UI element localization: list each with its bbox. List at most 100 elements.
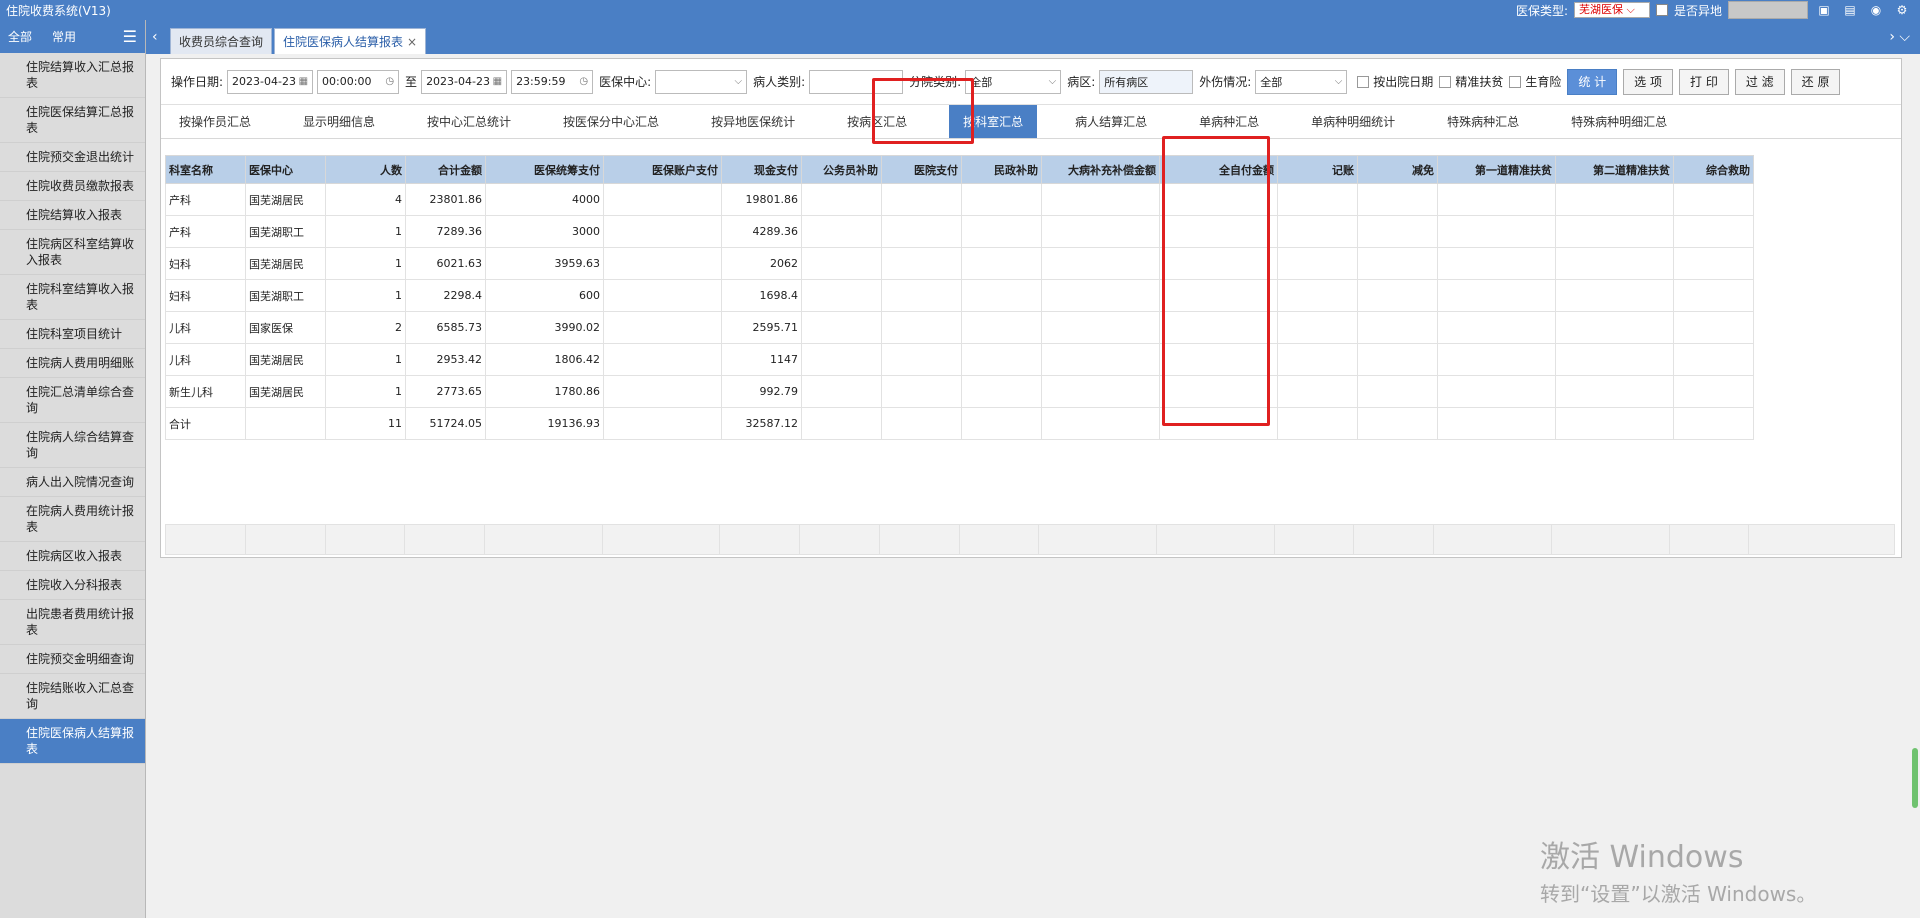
sidebar-item[interactable]: 住院结算收入报表 <box>0 201 145 230</box>
sidebar-item[interactable]: 住院科室项目统计 <box>0 320 145 349</box>
menu-icon[interactable]: ☰ <box>123 27 137 46</box>
column-header[interactable]: 民政补助 <box>961 155 1042 184</box>
table-row[interactable]: 儿科 国芜湖居民 1 2953.42 1806.42 1147 <box>165 343 1754 376</box>
column-header[interactable]: 医院支付 <box>881 155 962 184</box>
ward-field[interactable]: 所有病区 <box>1099 69 1194 94</box>
sidebar-item[interactable]: 出院患者费用统计报表 <box>0 600 145 645</box>
clock-icon[interactable]: ◷ <box>579 76 588 87</box>
table-row[interactable]: 妇科 国芜湖居民 1 6021.63 3959.63 2062 <box>165 247 1754 280</box>
time-from-value: 00:00:00 <box>322 75 372 88</box>
table-row[interactable]: 产科 国芜湖居民 4 23801.86 4000 19801.86 <box>165 183 1754 216</box>
column-header[interactable]: 人数 <box>325 155 406 184</box>
sidebar-item[interactable]: 住院病区科室结算收入报表 <box>0 230 145 275</box>
patient-type-field[interactable] <box>809 69 904 94</box>
subtab[interactable]: 按操作员汇总 <box>169 105 265 138</box>
filter-button[interactable]: 过 滤 <box>1734 68 1785 95</box>
sidebar-tab-favorites[interactable]: 常用 <box>52 28 76 45</box>
subtab[interactable]: 按医保分中心汇总 <box>553 105 673 138</box>
subtab[interactable]: 显示明细信息 <box>293 105 389 138</box>
subtab[interactable]: 按异地医保统计 <box>701 105 809 138</box>
table-row[interactable]: 儿科 国家医保 2 6585.73 3990.02 2595.71 <box>165 311 1754 344</box>
sidebar-item[interactable]: 住院收费员缴款报表 <box>0 172 145 201</box>
poverty-checkbox[interactable] <box>1439 75 1452 88</box>
sidebar-item[interactable]: 住院结账收入汇总查询 <box>0 674 145 719</box>
column-header[interactable]: 医保中心 <box>245 155 326 184</box>
chevron-left-icon[interactable]: ‹ <box>152 29 170 45</box>
subtab[interactable]: 特殊病种汇总 <box>1437 105 1533 138</box>
clock-icon[interactable]: ◷ <box>385 76 394 87</box>
user-field[interactable] <box>1728 1 1808 19</box>
sidebar-item[interactable]: 住院医保病人结算报表 <box>0 719 145 764</box>
table-row[interactable]: 合计 11 51724.05 19136.93 32587.12 <box>165 407 1754 440</box>
sidebar-item[interactable]: 住院预交金退出统计 <box>0 143 145 172</box>
subtab[interactable]: 按病区汇总 <box>837 105 921 138</box>
sidebar-item[interactable]: 住院病区收入报表 <box>0 542 145 571</box>
subtab[interactable]: 特殊病种明细汇总 <box>1561 105 1681 138</box>
subtab[interactable]: 单病种明细统计 <box>1301 105 1409 138</box>
gear-icon[interactable]: ⚙ <box>1892 3 1912 17</box>
center-select[interactable]: ⌵ <box>655 69 748 94</box>
column-header[interactable]: 记账 <box>1277 155 1358 184</box>
table-cell <box>961 215 1042 248</box>
calendar-icon[interactable]: ▦ <box>299 76 308 87</box>
injury-select[interactable]: 全部 ⌵ <box>1255 69 1348 94</box>
sidebar-item[interactable]: 住院病人综合结算查询 <box>0 423 145 468</box>
offsite-checkbox[interactable] <box>1655 4 1668 16</box>
eye-icon[interactable]: ◉ <box>1866 3 1886 17</box>
tab-cashier-query[interactable]: 收费员综合查询 <box>170 28 273 54</box>
table-cell <box>1277 247 1358 280</box>
calendar-icon[interactable]: ▦ <box>493 76 502 87</box>
column-header[interactable]: 现金支付 <box>721 155 802 184</box>
column-header[interactable]: 减免 <box>1357 155 1438 184</box>
column-header[interactable]: 科室名称 <box>165 155 246 184</box>
sidebar-item[interactable]: 住院科室结算收入报表 <box>0 275 145 320</box>
table-row[interactable]: 产科 国芜湖职工 1 7289.36 3000 4289.36 <box>165 215 1754 248</box>
table-row[interactable]: 新生儿科 国芜湖居民 1 2773.65 1780.86 992.79 <box>165 375 1754 408</box>
subtab[interactable]: 按中心汇总统计 <box>417 105 525 138</box>
document-icon[interactable]: ▤ <box>1840 3 1860 17</box>
column-header[interactable]: 公务员补助 <box>801 155 882 184</box>
chevron-right-icon[interactable]: › ⌵ <box>1889 29 1920 45</box>
column-header[interactable]: 医保账户支付 <box>603 155 722 184</box>
stats-button[interactable]: 统 计 <box>1567 68 1618 95</box>
table-cell <box>881 311 962 344</box>
sidebar-item[interactable]: 住院预交金明细查询 <box>0 645 145 674</box>
table-cell: 国芜湖职工 <box>245 279 326 312</box>
column-header[interactable]: 全自付金额 <box>1159 155 1278 184</box>
sidebar-item[interactable]: 住院病人费用明细账 <box>0 349 145 378</box>
sidebar-item[interactable]: 在院病人费用统计报表 <box>0 497 145 542</box>
tab-insurance-settlement-report[interactable]: 住院医保病人结算报表 × <box>274 28 427 54</box>
date-to-field[interactable]: 2023-04-23 ▦ <box>421 69 508 94</box>
date-from-field[interactable]: 2023-04-23 ▦ <box>227 69 314 94</box>
column-header[interactable]: 综合救助 <box>1673 155 1754 184</box>
ward-label: 病区: <box>1067 75 1096 89</box>
subtab[interactable]: 按科室汇总 <box>949 105 1038 138</box>
time-from-field[interactable]: 00:00:00 ◷ <box>317 69 400 94</box>
sidebar-item[interactable]: 住院医保结算汇总报表 <box>0 98 145 143</box>
close-icon[interactable]: × <box>407 35 417 49</box>
category-label: 分院类别: <box>909 75 962 89</box>
column-header[interactable]: 第二道精准扶贫 <box>1555 155 1674 184</box>
category-select[interactable]: 全部 ⌵ <box>965 69 1062 94</box>
column-header[interactable]: 第一道精准扶贫 <box>1437 155 1556 184</box>
print-button[interactable]: 打 印 <box>1679 68 1729 95</box>
column-header[interactable]: 大病补充补偿金额 <box>1041 155 1160 184</box>
column-header[interactable]: 医保统筹支付 <box>485 155 604 184</box>
scrollbar-thumb[interactable] <box>1912 748 1918 808</box>
sidebar-item[interactable]: 住院结算收入汇总报表 <box>0 53 145 98</box>
subtab[interactable]: 单病种汇总 <box>1189 105 1273 138</box>
discharge-date-checkbox[interactable] <box>1357 75 1370 88</box>
subtab[interactable]: 病人结算汇总 <box>1065 105 1161 138</box>
sidebar-item[interactable]: 住院汇总清单综合查询 <box>0 378 145 423</box>
restore-button[interactable]: 还 原 <box>1790 68 1841 95</box>
sidebar-item[interactable]: 病人出入院情况查询 <box>0 468 145 497</box>
table-row[interactable]: 妇科 国芜湖职工 1 2298.4 600 1698.4 <box>165 279 1754 312</box>
screen-icon[interactable]: ▣ <box>1814 3 1834 17</box>
sidebar-item[interactable]: 住院收入分科报表 <box>0 571 145 600</box>
sidebar-tab-all[interactable]: 全部 <box>8 28 32 45</box>
column-header[interactable]: 合计金额 <box>405 155 486 184</box>
insurance-type-select[interactable]: 芜湖医保 ⌵ <box>1573 2 1650 18</box>
maternity-checkbox[interactable] <box>1509 75 1522 88</box>
options-button[interactable]: 选 项 <box>1623 68 1673 95</box>
time-to-field[interactable]: 23:59:59 ◷ <box>511 69 594 94</box>
